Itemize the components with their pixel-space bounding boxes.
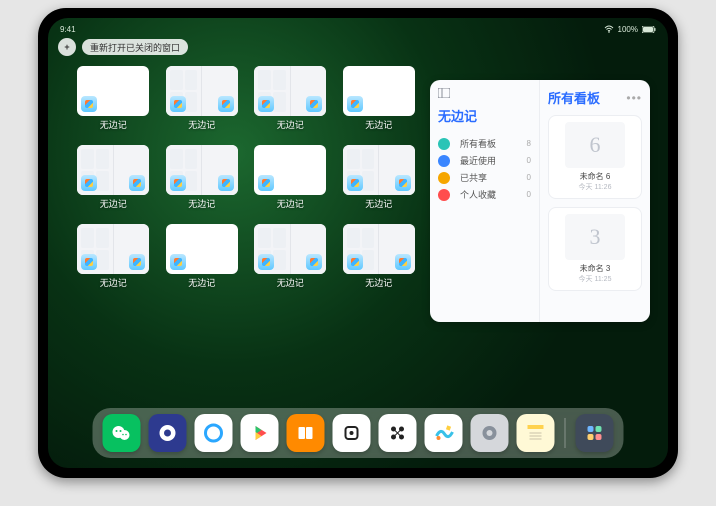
window-label: 无边记: [365, 197, 392, 210]
board-name: 未命名 3: [580, 263, 611, 274]
panel-item-count: 0: [527, 173, 531, 182]
window-label: 无边记: [188, 118, 215, 131]
panel-item-label: 所有看板: [460, 137, 521, 150]
board-name: 未命名 6: [580, 171, 611, 182]
freeform-icon: [347, 175, 363, 191]
freeform-icon: [258, 96, 274, 112]
freeform-icon: [347, 254, 363, 270]
sidebar-panel: 无边记 所有看板8最近使用0已共享0个人收藏0 所有看板 ••• 6未命名 6今…: [430, 80, 650, 322]
panel-item-count: 0: [527, 190, 531, 199]
window-thumb[interactable]: 无边记: [165, 224, 240, 289]
status-time: 9:41: [60, 25, 76, 34]
dock-app-hex-icon[interactable]: [379, 414, 417, 452]
freeform-icon: [81, 96, 97, 112]
freeform-icon: [395, 254, 411, 270]
panel-item[interactable]: 个人收藏 0: [438, 186, 531, 203]
panel-item[interactable]: 所有看板 8: [438, 135, 531, 152]
dock-settings-icon[interactable]: [471, 414, 509, 452]
status-bar: 9:41 100%: [48, 22, 668, 36]
dock-notes-icon[interactable]: [517, 414, 555, 452]
freeform-icon: [306, 254, 322, 270]
clock-icon: [438, 155, 450, 167]
dock-freeform-icon[interactable]: [425, 414, 463, 452]
window-label: 无边记: [188, 197, 215, 210]
dock: [93, 408, 624, 458]
board-subtitle: 今天 11:25: [579, 274, 612, 284]
dock-separator: [565, 418, 566, 448]
window-thumb[interactable]: 无边记: [76, 66, 151, 131]
circle-icon: [438, 138, 450, 150]
panel-item-label: 最近使用: [460, 154, 521, 167]
add-button[interactable]: +: [58, 38, 76, 56]
panel-item-label: 已共享: [460, 171, 521, 184]
freeform-icon: [306, 96, 322, 112]
window-label: 无边记: [277, 276, 304, 289]
freeform-icon: [170, 96, 186, 112]
freeform-icon: [347, 96, 363, 112]
freeform-icon: [81, 175, 97, 191]
board-preview: 3: [565, 214, 625, 260]
panel-left: 无边记 所有看板 8 最近使用 0 已共享 0 个人收藏 0: [430, 80, 540, 322]
panel-right-title: 所有看板: [548, 88, 600, 107]
person-icon: [438, 172, 450, 184]
window-label: 无边记: [365, 118, 392, 131]
dock-qqbrowser-icon[interactable]: [195, 414, 233, 452]
freeform-icon: [258, 254, 274, 270]
panel-item-count: 0: [527, 156, 531, 165]
window-label: 无边记: [100, 276, 127, 289]
panel-item-count: 8: [527, 139, 531, 148]
dock-goodnotes-icon[interactable]: [333, 414, 371, 452]
window-thumb[interactable]: 无边记: [76, 224, 151, 289]
panel-item[interactable]: 最近使用 0: [438, 152, 531, 169]
window-label: 无边记: [100, 197, 127, 210]
freeform-icon: [258, 175, 274, 191]
freeform-icon: [218, 96, 234, 112]
board-subtitle: 今天 11:26: [579, 182, 612, 192]
sidebar-toggle-icon[interactable]: [438, 88, 450, 98]
top-bar: + 重新打开已关闭的窗口: [58, 38, 188, 56]
window-thumb[interactable]: 无边记: [342, 66, 417, 131]
window-thumb[interactable]: 无边记: [342, 224, 417, 289]
dock-wechat-icon[interactable]: [103, 414, 141, 452]
dock-books-icon[interactable]: [287, 414, 325, 452]
dock-play-icon[interactable]: [241, 414, 279, 452]
window-thumb[interactable]: 无边记: [165, 145, 240, 210]
panel-title: 无边记: [438, 106, 531, 125]
freeform-icon: [81, 254, 97, 270]
wifi-icon: [604, 25, 614, 33]
window-label: 无边记: [100, 118, 127, 131]
dock-app-library-icon[interactable]: [576, 414, 614, 452]
freeform-icon: [218, 175, 234, 191]
heart-icon: [438, 189, 450, 201]
screen: 9:41 100% + 重新打开已关闭的窗口 无边记无边记无边记无边记无边记无边…: [48, 18, 668, 468]
board-card[interactable]: 3 未命名 3今天 11:25: [548, 207, 642, 291]
window-label: 无边记: [365, 276, 392, 289]
panel-item-label: 个人收藏: [460, 188, 521, 201]
window-thumb[interactable]: 无边记: [76, 145, 151, 210]
window-label: 无边记: [188, 276, 215, 289]
window-thumb[interactable]: 无边记: [342, 145, 417, 210]
board-card[interactable]: 6 未命名 6今天 11:26: [548, 115, 642, 199]
window-label: 无边记: [277, 197, 304, 210]
board-preview: 6: [565, 122, 625, 168]
window-thumb[interactable]: 无边记: [253, 224, 328, 289]
freeform-icon: [170, 254, 186, 270]
freeform-icon: [395, 175, 411, 191]
battery-icon: [642, 26, 656, 33]
dock-quark-icon[interactable]: [149, 414, 187, 452]
freeform-icon: [129, 175, 145, 191]
panel-right: 所有看板 ••• 6 未命名 6今天 11:26 3 未命名 3今天 11:25: [540, 80, 650, 322]
freeform-icon: [170, 175, 186, 191]
app-expose-grid: 无边记无边记无边记无边记无边记无边记无边记无边记无边记无边记无边记无边记: [76, 66, 416, 289]
battery-text: 100%: [618, 25, 638, 34]
panel-item[interactable]: 已共享 0: [438, 169, 531, 186]
window-thumb[interactable]: 无边记: [165, 66, 240, 131]
more-icon[interactable]: •••: [626, 91, 642, 105]
window-thumb[interactable]: 无边记: [253, 66, 328, 131]
window-label: 无边记: [277, 118, 304, 131]
window-thumb[interactable]: 无边记: [253, 145, 328, 210]
ipad-frame: 9:41 100% + 重新打开已关闭的窗口 无边记无边记无边记无边记无边记无边…: [38, 8, 678, 478]
freeform-icon: [129, 254, 145, 270]
reopen-closed-window-button[interactable]: 重新打开已关闭的窗口: [82, 39, 188, 55]
